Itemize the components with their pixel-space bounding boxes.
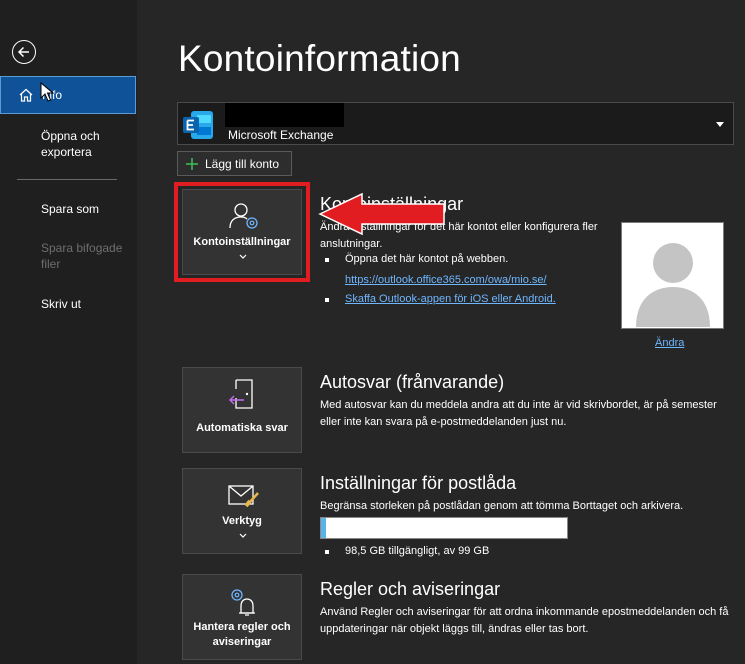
bullet xyxy=(325,550,329,554)
auto-reply-description: Med autosvar kan du meddela andra att du… xyxy=(320,399,717,428)
sidebar-item-save-as[interactable]: Spara som xyxy=(41,201,131,217)
change-photo-link[interactable]: Ändra xyxy=(655,337,684,349)
sidebar-divider xyxy=(17,179,117,180)
auto-reply-button[interactable]: Automatiska svar xyxy=(182,367,302,453)
redacted-account-name xyxy=(225,103,344,127)
storage-bar xyxy=(320,517,568,539)
exchange-icon xyxy=(183,111,213,139)
mailbox-settings-description: Begränsa storleken på postlådan genom at… xyxy=(320,500,684,512)
mailbox-tools-button[interactable]: Verktyg xyxy=(182,468,302,554)
red-highlight-box xyxy=(174,182,310,282)
back-button[interactable] xyxy=(12,40,36,64)
mobile-app-link[interactable]: Skaffa Outlook-appen för iOS eller Andro… xyxy=(345,293,556,305)
storage-bar-fill xyxy=(321,518,326,538)
red-arrow-icon xyxy=(318,192,445,236)
mailbox-tools-tile-label: Verktyg xyxy=(222,515,262,527)
mouse-cursor-icon xyxy=(40,82,54,102)
add-account-button[interactable]: Lägg till konto xyxy=(177,151,292,176)
manage-rules-tile-label: Hantera regler och aviseringar xyxy=(193,621,291,648)
rules-alerts-icon xyxy=(231,589,255,616)
sidebar-item-print[interactable]: Skriv ut xyxy=(41,296,131,312)
auto-reply-icon xyxy=(229,379,253,409)
home-icon xyxy=(19,88,33,102)
person-placeholder-icon xyxy=(636,243,710,327)
storage-status: 98,5 GB tillgängligt, av 99 GB xyxy=(345,545,490,557)
open-web-text: Öppna det här kontot på webben. xyxy=(345,253,509,265)
rules-description: Använd Regler och aviseringar för att or… xyxy=(320,606,729,635)
page-title: Kontoinformation xyxy=(178,38,461,79)
auto-reply-title: Autosvar (frånvarande) xyxy=(320,372,505,392)
add-account-label: Lägg till konto xyxy=(205,156,280,171)
chevron-down-icon xyxy=(239,533,247,538)
sidebar: Info Öppna och exportera Spara som Spara… xyxy=(0,0,137,664)
sidebar-item-open-export[interactable]: Öppna och exportera xyxy=(41,128,131,160)
manage-rules-button[interactable]: Hantera regler och aviseringar xyxy=(182,574,302,660)
account-selector[interactable]: Microsoft Exchange xyxy=(177,102,734,145)
bullet xyxy=(325,258,329,262)
mailbox-cleanup-icon xyxy=(228,485,259,508)
owa-link[interactable]: https://outlook.office365.com/owa/mio.se… xyxy=(345,274,547,286)
avatar xyxy=(621,222,724,329)
auto-reply-tile-label: Automatiska svar xyxy=(196,422,288,434)
account-type: Microsoft Exchange xyxy=(228,128,334,142)
back-arrow-icon xyxy=(17,46,29,58)
rules-title: Regler och aviseringar xyxy=(320,579,501,599)
mailbox-settings-title: Inställningar för postlåda xyxy=(320,473,517,493)
sidebar-item-save-attachments: Spara bifogade filer xyxy=(41,241,123,271)
bullet xyxy=(325,298,329,302)
sidebar-item-info[interactable]: Info xyxy=(0,76,136,114)
chevron-down-icon xyxy=(716,122,724,127)
plus-icon xyxy=(186,157,198,170)
